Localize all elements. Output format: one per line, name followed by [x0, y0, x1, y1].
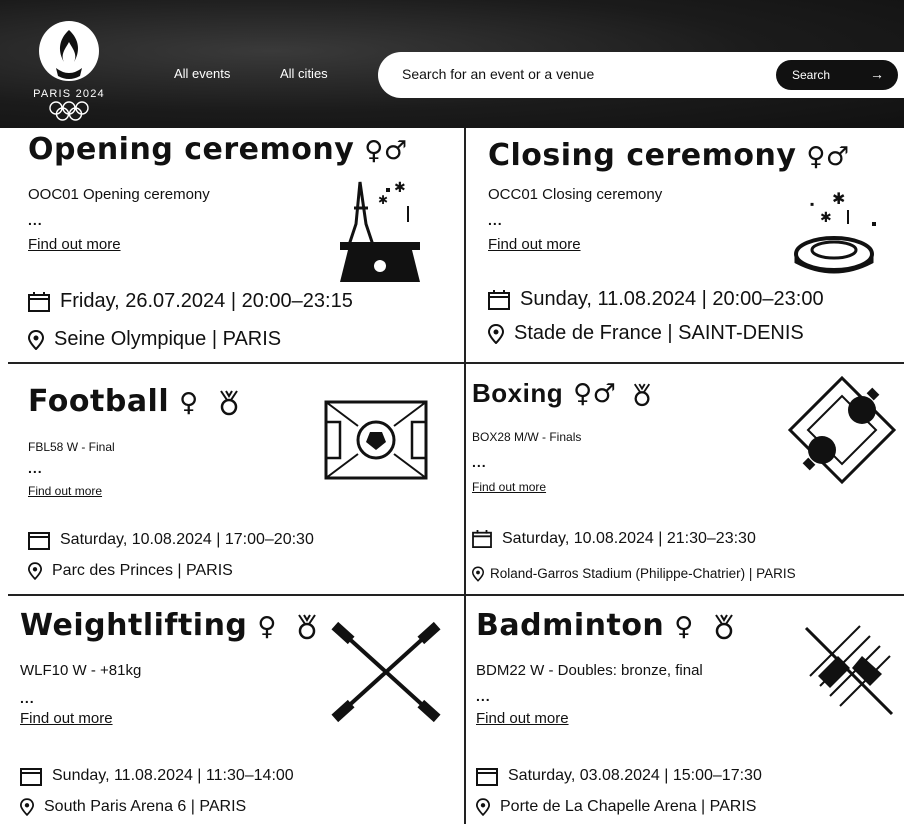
- location-pin-icon: [20, 798, 34, 816]
- medal-icon: [634, 383, 651, 407]
- location-pin-icon: [472, 566, 484, 583]
- ellipsis: ...: [472, 454, 487, 470]
- nav-all-cities[interactable]: All cities: [280, 66, 328, 81]
- search-button[interactable]: Search →: [776, 60, 898, 90]
- find-out-more-link[interactable]: Find out more: [472, 480, 546, 494]
- nav-all-events[interactable]: All events: [174, 66, 230, 81]
- calendar-icon: [28, 291, 50, 312]
- event-title: Weightlifting ♀: [20, 608, 318, 643]
- gender-icon: ♀: [257, 612, 277, 642]
- event-date: Sunday, 11.08.2024 | 11:30–14:00: [20, 766, 294, 786]
- calendar-icon: [476, 768, 498, 786]
- medal-icon: [219, 389, 238, 415]
- event-title: Badminton ♀: [476, 608, 735, 643]
- event-title: Boxing ♀♂: [472, 378, 652, 409]
- paris-2024-logo[interactable]: PARIS 2024: [14, 18, 124, 123]
- gender-icon: ♀: [179, 388, 199, 418]
- logo-text: PARIS 2024: [33, 88, 105, 100]
- gender-icon: ♀: [674, 612, 694, 642]
- event-title: Opening ceremony ♀♂: [28, 132, 408, 167]
- svg-text:✱: ✱: [832, 191, 845, 208]
- event-code: OOC01 Opening ceremony: [28, 186, 210, 203]
- ellipsis: ...: [20, 690, 35, 706]
- event-code: WLF10 W - +81kg: [20, 662, 142, 679]
- stadium-fireworks-icon: ▪ ✱ ✱: [794, 191, 876, 274]
- gender-icon: ♀♂: [364, 136, 408, 166]
- event-venue: Porte de La Chapelle Arena | PARIS: [476, 798, 756, 816]
- ellipsis: ...: [28, 212, 43, 228]
- crossed-barbells-icon: [331, 621, 441, 723]
- event-venue: Stade de France | SAINT-DENIS: [488, 322, 804, 345]
- search-input[interactable]: [400, 65, 724, 83]
- event-venue: South Paris Arena 6 | PARIS: [20, 798, 246, 816]
- search-bar: Search →: [378, 52, 904, 98]
- grid-divider-row-1: [8, 362, 904, 364]
- event-venue: Parc des Princes | PARIS: [28, 562, 233, 580]
- event-date: Friday, 26.07.2024 | 20:00–23:15: [28, 290, 353, 313]
- svg-text:✱: ✱: [378, 193, 388, 207]
- gender-icon: ♀♂: [806, 142, 850, 172]
- event-code: FBL58 W - Final: [28, 440, 115, 454]
- find-out-more-link[interactable]: Find out more: [488, 236, 581, 253]
- ellipsis: ...: [476, 688, 491, 704]
- shuttlecock-net-icon: [804, 625, 894, 716]
- event-date: Sunday, 11.08.2024 | 20:00–23:00: [488, 288, 824, 311]
- boxing-gloves-icon: [787, 375, 897, 485]
- gender-icon: ♀♂: [573, 379, 617, 409]
- event-title: Football ♀: [28, 384, 240, 419]
- event-venue: Roland-Garros Stadium (Philippe-Chatrier…: [472, 566, 796, 583]
- search-button-label: Search: [792, 68, 831, 82]
- medal-icon: [714, 613, 733, 639]
- svg-text:✱: ✱: [820, 209, 832, 225]
- location-pin-icon: [28, 562, 42, 580]
- calendar-icon: [488, 289, 510, 310]
- event-code: BOX28 M/W - Finals: [472, 430, 582, 444]
- location-pin-icon: [476, 798, 490, 816]
- event-date: Saturday, 03.08.2024 | 15:00–17:30: [476, 766, 762, 786]
- arrow-right-icon: →: [870, 66, 884, 82]
- calendar-icon: [472, 530, 492, 548]
- location-pin-icon: [28, 329, 44, 350]
- header-bar: PARIS 2024 All events All cities Search …: [0, 0, 904, 128]
- eiffel-tower-fireworks-icon: ✱ ✱: [340, 179, 420, 282]
- ellipsis: ...: [488, 212, 503, 228]
- find-out-more-link[interactable]: Find out more: [28, 236, 121, 253]
- ellipsis: ...: [28, 460, 43, 476]
- svg-text:✱: ✱: [394, 179, 406, 195]
- calendar-icon: [28, 532, 50, 550]
- location-pin-icon: [488, 323, 504, 344]
- event-venue: Seine Olympique | PARIS: [28, 328, 281, 351]
- event-date: Saturday, 10.08.2024 | 21:30–23:30: [472, 530, 756, 548]
- event-code: OCC01 Closing ceremony: [488, 186, 663, 203]
- svg-text:▪: ▪: [810, 197, 814, 211]
- find-out-more-link[interactable]: Find out more: [28, 484, 102, 498]
- find-out-more-link[interactable]: Find out more: [476, 710, 569, 727]
- event-date: Saturday, 10.08.2024 | 17:00–20:30: [28, 530, 314, 550]
- grid-divider-row-2: [8, 594, 904, 596]
- find-out-more-link[interactable]: Find out more: [20, 710, 113, 727]
- calendar-icon: [20, 768, 42, 786]
- grid-divider-vertical: [464, 128, 466, 824]
- event-code: BDM22 W - Doubles: bronze, final: [476, 662, 703, 679]
- medal-icon: [298, 613, 316, 639]
- event-title: Closing ceremony ♀♂: [488, 138, 850, 173]
- football-pitch-icon: [324, 400, 428, 480]
